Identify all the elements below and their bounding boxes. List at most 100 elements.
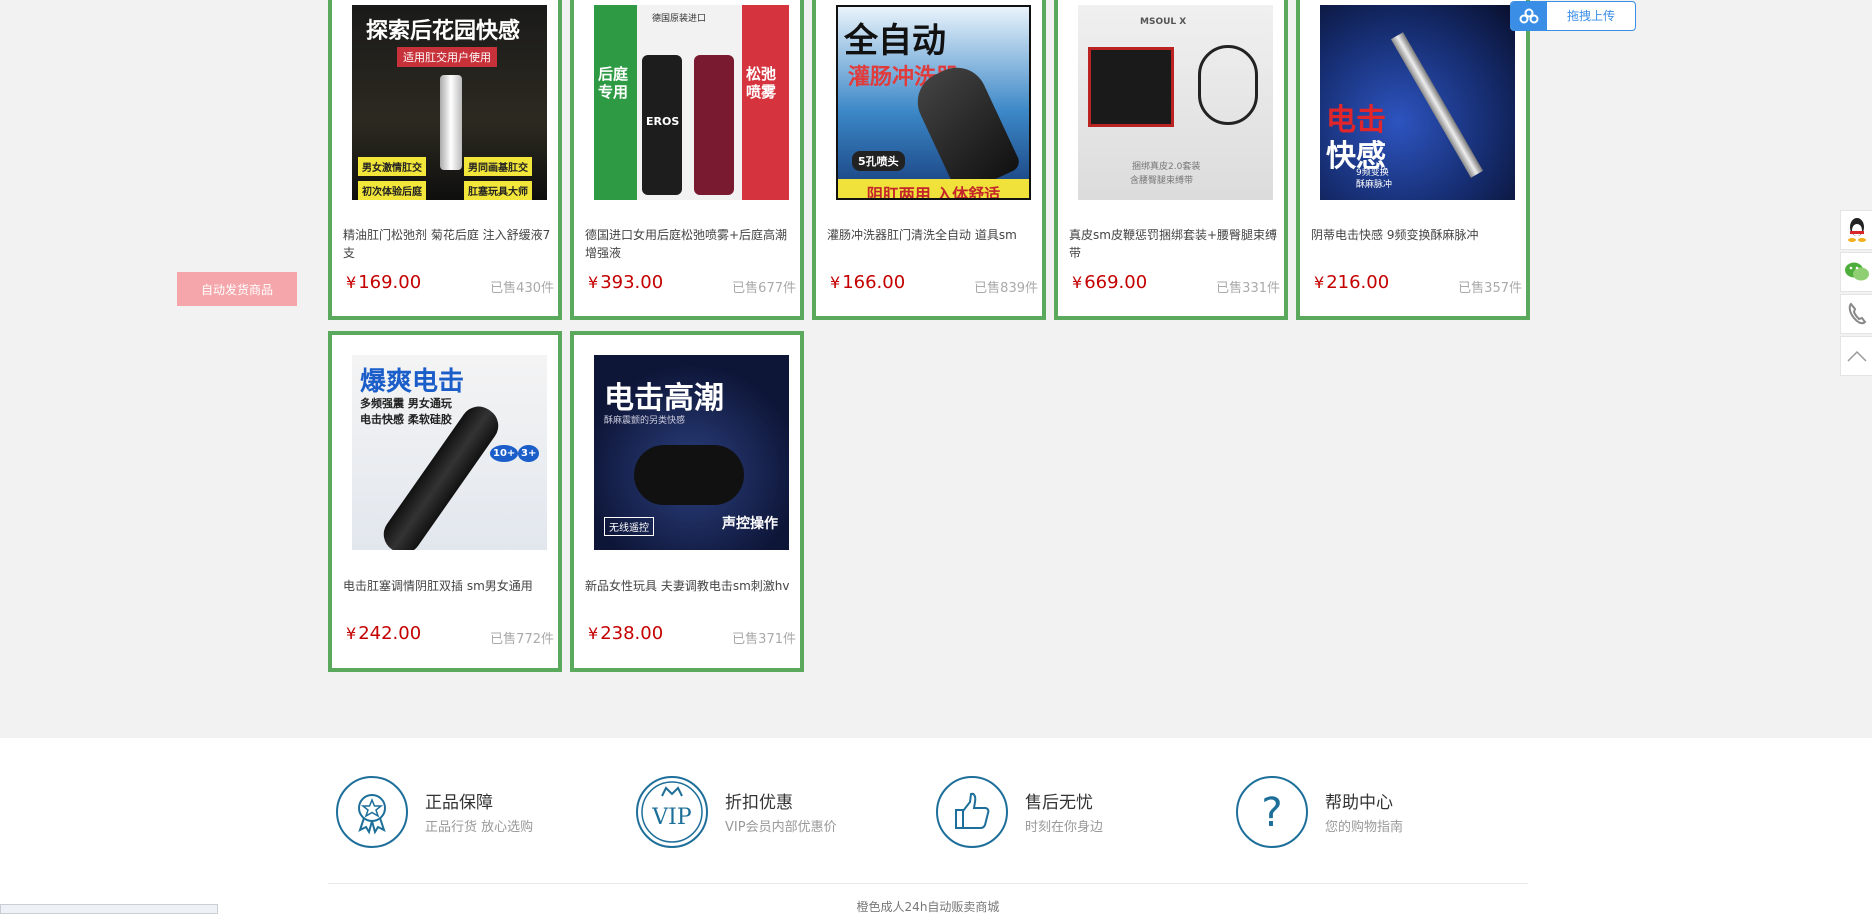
- price-value: 166.00: [842, 272, 906, 293]
- guarantee-title[interactable]: 帮助中心: [1325, 788, 1393, 813]
- product-image[interactable]: 爆爽电击 多频强震 男女通玩 电击快感 柔软硅胶 10+ 3+: [352, 355, 547, 550]
- price-value: 242.00: [358, 623, 422, 644]
- product-card[interactable]: 探索后花园快感 适用肛交用户使用 男女激情肛交 男同画基肛交 初次体验后庭 肛塞…: [328, 0, 562, 320]
- phone-icon[interactable]: [1840, 294, 1872, 334]
- bottle-illustration: [440, 75, 462, 170]
- product-card[interactable]: 德国原装进口 后庭专用 松弛喷雾 EROS 德国进口女用后庭松弛喷雾+后庭高潮增…: [570, 0, 804, 320]
- guarantee-title: 正品保障: [425, 793, 493, 813]
- sold-count: 已售430件: [490, 281, 554, 296]
- currency-symbol: ¥: [1314, 273, 1325, 292]
- sold-count: 已售331件: [1216, 281, 1280, 296]
- product-card[interactable]: 电击 快感 9频变换 酥麻脉冲 阴蒂电击快感 9频变换酥麻脉冲 ¥216.00 …: [1296, 0, 1530, 320]
- currency-symbol: ¥: [830, 273, 841, 292]
- guarantee-subtitle: 您的购物指南: [1325, 820, 1404, 835]
- product-title[interactable]: 真皮sm皮鞭惩罚捆绑套装+腰臀腿束缚带: [1069, 226, 1283, 262]
- image-caption: 阴肛两用 入体舒适: [838, 179, 1029, 198]
- guarantee-subtitle: VIP会员内部优惠价: [725, 820, 837, 835]
- price-value: 393.00: [600, 272, 664, 293]
- guarantee-after-sales: 售后无忧 时刻在你身边: [936, 776, 1216, 848]
- help-icon-text: ?: [1261, 790, 1282, 836]
- harness-illustration: [1198, 45, 1258, 125]
- footer-site-name: 橙色成人24h自动贩卖商城: [856, 900, 1000, 914]
- guarantee-help[interactable]: ? 帮助中心 您的购物指南: [1236, 776, 1516, 848]
- image-caption: 含腰臀腿束缚带: [1130, 176, 1194, 186]
- sold-count: 已售677件: [732, 281, 796, 296]
- product-price: ¥238.00: [588, 623, 663, 644]
- vip-crown-icon: VIP: [636, 776, 708, 848]
- drag-upload-label: 拖拽上传: [1566, 9, 1615, 23]
- wechat-icon[interactable]: [1840, 252, 1872, 292]
- image-caption: 酥麻震颤的另类快感: [604, 416, 686, 426]
- product-image[interactable]: MSOUL X 捆绑真皮2.0套装 含腰臀腿束缚带: [1078, 5, 1273, 200]
- product-image[interactable]: 电击 快感 9频变换 酥麻脉冲: [1320, 5, 1515, 200]
- image-caption: 探索后花园快感: [366, 19, 521, 44]
- image-caption: 初次体验后庭: [358, 181, 426, 200]
- product-title[interactable]: 精油肛门松弛剂 菊花后庭 注入舒缓液7支: [343, 226, 557, 262]
- product-card[interactable]: MSOUL X 捆绑真皮2.0套装 含腰臀腿束缚带 真皮sm皮鞭惩罚捆绑套装+腰…: [1054, 0, 1288, 320]
- currency-symbol: ¥: [346, 624, 357, 643]
- product-card[interactable]: 爆爽电击 多频强震 男女通玩 电击快感 柔软硅胶 10+ 3+ 电击肛塞调情阴肛…: [328, 331, 562, 672]
- image-caption: MSOUL X: [1140, 17, 1187, 27]
- toy-illustration: [634, 445, 744, 505]
- auto-delivery-button[interactable]: 自动发货商品: [177, 272, 297, 306]
- wand-illustration: [1390, 32, 1484, 178]
- cloud-share-icon: [1511, 2, 1547, 30]
- guarantee-subtitle: 正品行货 放心选购: [425, 820, 534, 835]
- site-footer: 正品保障 正品行货 放心选购 VIP 折扣优惠 VIP会员内部优惠价 售后无忧 …: [0, 738, 1872, 914]
- image-caption: 电击高潮: [604, 381, 724, 416]
- image-caption: 适用肛交用户使用: [397, 47, 497, 67]
- browser-status-bar: [0, 904, 218, 914]
- product-card[interactable]: 电击高潮 酥麻震颤的另类快感 无线遥控 声控操作 新品女性玩具 夫妻调教电击sm…: [570, 331, 804, 672]
- image-caption: 爆爽电击: [360, 367, 465, 397]
- sold-count: 已售371件: [732, 632, 796, 647]
- thumbs-up-icon: [936, 776, 1008, 848]
- vip-icon-text: VIP: [651, 805, 692, 830]
- image-caption: 松弛喷雾: [746, 65, 777, 101]
- image-caption: EROS: [646, 115, 680, 128]
- sold-count: 已售839件: [974, 281, 1038, 296]
- spray-bottle-illustration: [694, 55, 734, 195]
- guarantee-title: 售后无忧: [1025, 793, 1093, 813]
- image-caption: 无线遥控: [604, 517, 654, 536]
- image-caption: 男女激情肛交: [358, 157, 426, 176]
- footer-divider: [328, 883, 1528, 884]
- image-caption: 5孔喷头: [852, 151, 905, 171]
- image-caption: 全自动: [844, 21, 946, 61]
- price-value: 216.00: [1326, 272, 1390, 293]
- image-caption: 肛塞玩具大师: [464, 181, 532, 200]
- product-price: ¥166.00: [830, 272, 905, 293]
- product-price: ¥216.00: [1314, 272, 1389, 293]
- product-card[interactable]: 全自动 灌肠冲洗器 5孔喷头 阴肛两用 入体舒适 灌肠冲洗器肛门清洗全自动 道具…: [812, 0, 1046, 320]
- product-price: ¥169.00: [346, 272, 421, 293]
- product-price: ¥393.00: [588, 272, 663, 293]
- image-caption: 多频强震 男女通玩: [360, 397, 452, 410]
- side-toolbar: [1840, 210, 1872, 378]
- product-title[interactable]: 灌肠冲洗器肛门清洗全自动 道具sm: [827, 226, 1041, 244]
- back-to-top-icon[interactable]: [1840, 336, 1872, 376]
- product-image[interactable]: 电击高潮 酥麻震颤的另类快感 无线遥控 声控操作: [594, 355, 789, 550]
- image-caption: 捆绑真皮2.0套装: [1132, 162, 1201, 172]
- product-image[interactable]: 全自动 灌肠冲洗器 5孔喷头 阴肛两用 入体舒适: [836, 5, 1031, 200]
- product-image[interactable]: 探索后花园快感 适用肛交用户使用 男女激情肛交 男同画基肛交 初次体验后庭 肛塞…: [352, 5, 547, 200]
- product-title[interactable]: 电击肛塞调情阴肛双插 sm男女通用: [343, 577, 557, 595]
- question-mark-icon: ?: [1236, 776, 1308, 848]
- product-title[interactable]: 德国进口女用后庭松弛喷雾+后庭高潮增强液: [585, 226, 799, 262]
- case-illustration: [1088, 47, 1174, 127]
- qq-icon[interactable]: [1840, 210, 1872, 250]
- product-image[interactable]: 德国原装进口 后庭专用 松弛喷雾 EROS: [594, 5, 789, 200]
- image-caption: 声控操作: [722, 516, 778, 532]
- drag-upload-button[interactable]: 拖拽上传: [1510, 1, 1636, 31]
- product-title[interactable]: 阴蒂电击快感 9频变换酥麻脉冲: [1311, 226, 1525, 244]
- image-caption: 后庭专用: [598, 65, 629, 101]
- product-price: ¥669.00: [1072, 272, 1147, 293]
- sold-count: 已售357件: [1458, 281, 1522, 296]
- image-caption: 电击快感 柔软硅胶: [360, 413, 452, 426]
- currency-symbol: ¥: [346, 273, 357, 292]
- image-caption: 3+: [518, 445, 540, 462]
- guarantee-authentic: 正品保障 正品行货 放心选购: [336, 776, 616, 848]
- product-title[interactable]: 新品女性玩具 夫妻调教电击sm刺激hv: [585, 577, 799, 595]
- price-value: 238.00: [600, 623, 664, 644]
- award-ribbon-icon: [336, 776, 408, 848]
- price-value: 669.00: [1084, 272, 1148, 293]
- page: 自动发货商品 探索后花园快感 适用肛交用户使用 男女激情肛交 男同画基肛交 初次…: [0, 0, 1872, 914]
